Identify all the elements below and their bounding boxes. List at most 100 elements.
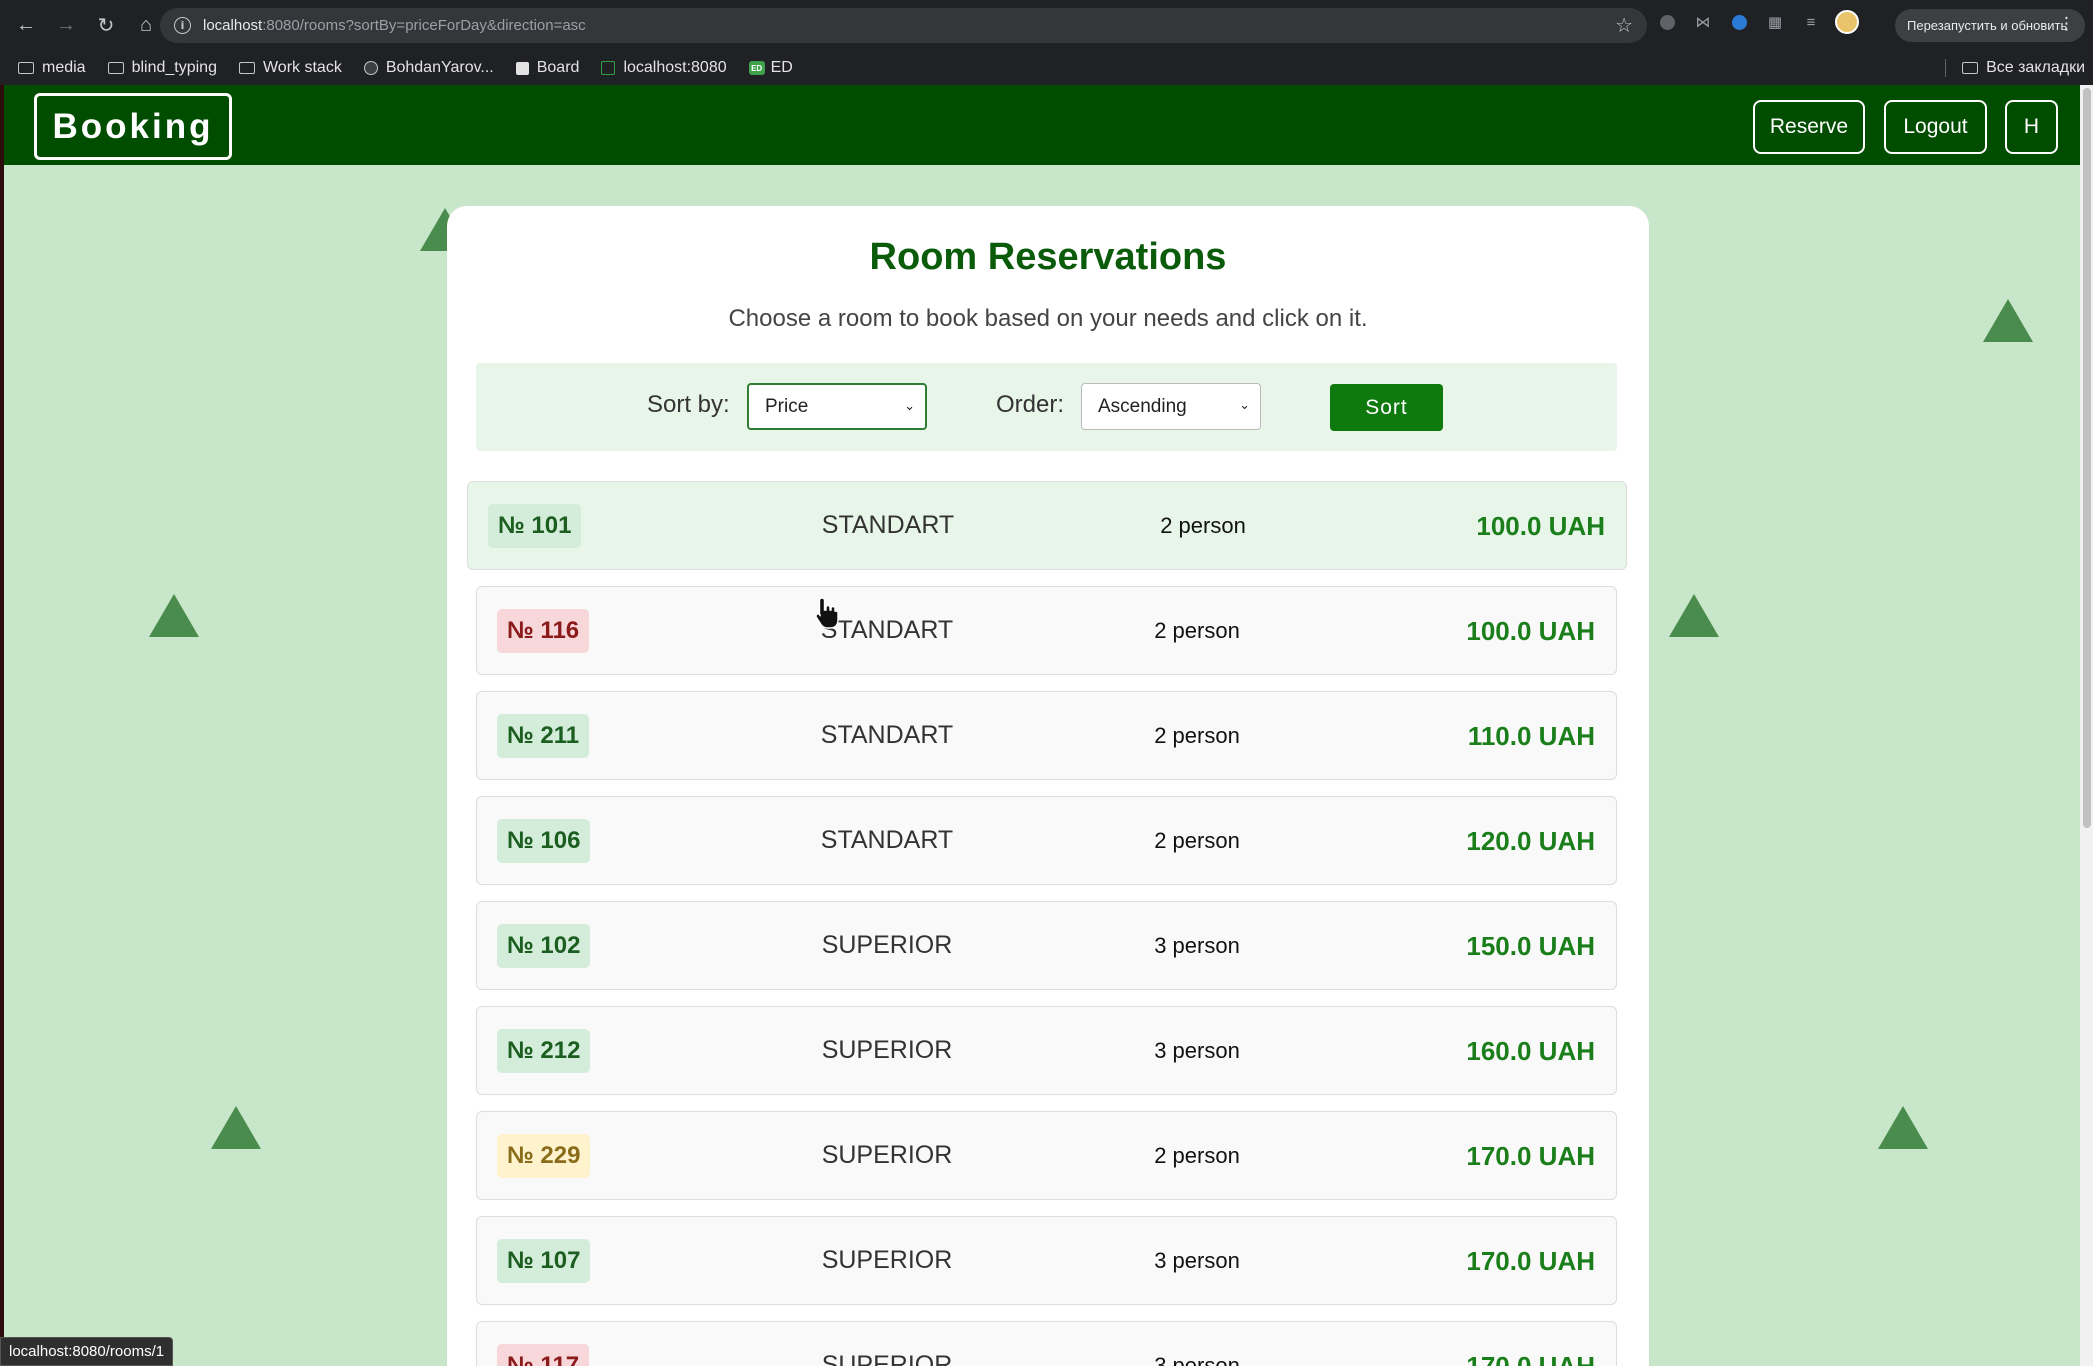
forward-icon[interactable]: → — [48, 8, 84, 44]
trello-icon — [515, 61, 529, 75]
room-price: 160.0 UAH — [1466, 1036, 1595, 1066]
room-capacity: 2 person — [1154, 618, 1240, 643]
bookmark-label: blind_typing — [131, 59, 217, 76]
profile-avatar-icon[interactable] — [1835, 10, 1859, 34]
room-number-badge: № 107 — [497, 1239, 591, 1283]
room-type: SUPERIOR — [821, 1141, 953, 1169]
decor-triangle — [1669, 594, 1719, 637]
bookmark-label: Board — [536, 59, 580, 76]
room-row[interactable]: № 117 SUPERIOR 3 person 170.0 UAH — [476, 1321, 1617, 1366]
room-row[interactable]: № 229 SUPERIOR 2 person 170.0 UAH — [476, 1111, 1617, 1200]
room-capacity: 3 person — [1154, 1248, 1240, 1273]
address-bar[interactable]: i localhost:8080/rooms?sortBy=priceForDa… — [160, 8, 1647, 43]
room-type: SUPERIOR — [821, 931, 953, 959]
room-row[interactable]: № 106 STANDART 2 person 120.0 UAH — [476, 796, 1617, 885]
sort-by-label: Sort by: — [647, 391, 730, 418]
bookmark-label: localhost:8080 — [623, 59, 727, 76]
sort-by-value: Price — [765, 395, 809, 417]
media-controls-icon[interactable]: ≡ — [1799, 10, 1823, 34]
room-row[interactable]: № 102 SUPERIOR 3 person 150.0 UAH — [476, 901, 1617, 990]
room-type: STANDART — [821, 511, 955, 539]
page: Booking Reserve Logout H Room Reservatio… — [4, 85, 2088, 1366]
sort-form: Sort by: Price ⌄ Order: Ascending ⌄ Sort — [476, 363, 1617, 451]
bookmark-localhost[interactable]: localhost:8080 — [601, 59, 727, 77]
folder-icon — [238, 62, 255, 74]
room-capacity: 2 person — [1160, 513, 1246, 538]
bookmark-media[interactable]: media — [18, 59, 86, 77]
room-number-badge: № 212 — [497, 1029, 591, 1073]
reserve-button[interactable]: Reserve — [1753, 100, 1865, 154]
user-profile-button[interactable]: H — [2005, 100, 2058, 154]
bookmark-label: Work stack — [262, 59, 342, 76]
order-select[interactable]: Ascending ⌄ — [1081, 383, 1261, 430]
room-number-badge: № 211 — [497, 714, 590, 758]
order-value: Ascending — [1098, 395, 1187, 417]
room-type: SUPERIOR — [821, 1246, 953, 1274]
home-icon[interactable]: ⌂ — [128, 8, 164, 44]
page-title: Room Reservations — [869, 236, 1227, 278]
folder-icon — [1962, 62, 1979, 74]
ed-favicon-icon: ED — [748, 61, 765, 75]
room-row[interactable]: № 101 STANDART 2 person 100.0 UAH — [467, 481, 1627, 570]
room-price: 110.0 UAH — [1467, 721, 1595, 751]
room-price: 170.0 UAH — [1466, 1351, 1595, 1366]
page-subtitle: Choose a room to book based on your need… — [728, 305, 1368, 332]
bookmarks-bar: media blind_typing Work stack BohdanYaro… — [0, 51, 2093, 85]
scrollbar-thumb[interactable] — [2083, 88, 2091, 828]
room-capacity: 3 person — [1154, 933, 1240, 958]
room-capacity: 2 person — [1154, 1143, 1240, 1168]
github-icon — [363, 61, 378, 75]
decor-triangle — [1983, 299, 2033, 342]
bookmark-label: ED — [770, 59, 793, 76]
room-number-badge: № 116 — [497, 609, 590, 653]
room-price: 100.0 UAH — [1466, 616, 1595, 646]
bookmark-ed[interactable]: ED ED — [748, 59, 793, 77]
decor-triangle — [149, 594, 199, 637]
logo[interactable]: Booking — [34, 93, 232, 160]
browser-toolbar: ← → ↻ ⌂ i localhost:8080/rooms?sortBy=pr… — [0, 0, 2093, 51]
folder-icon — [107, 62, 124, 74]
folder-icon — [18, 62, 34, 74]
room-price: 100.0 UAH — [1476, 511, 1605, 541]
bookmark-label: BohdanYarov... — [385, 59, 494, 76]
extension-robot-icon[interactable] — [1655, 10, 1679, 34]
bookmark-star-icon[interactable]: ☆ — [1615, 13, 1633, 38]
url-host: localhost — [203, 17, 263, 34]
extension-wave-icon[interactable]: ⋈ — [1691, 10, 1715, 34]
chevron-down-icon: ⌄ — [1239, 397, 1250, 412]
sort-button[interactable]: Sort — [1330, 384, 1443, 431]
order-label: Order: — [996, 391, 1065, 418]
room-number-badge: № 102 — [497, 924, 591, 968]
all-bookmarks[interactable]: Все закладки — [1945, 59, 2085, 77]
decor-triangle — [211, 1106, 261, 1149]
logout-button[interactable]: Logout — [1884, 100, 1987, 154]
bookmark-blind-typing[interactable]: blind_typing — [107, 59, 217, 77]
bookmark-label: media — [42, 59, 86, 76]
room-row[interactable]: № 107 SUPERIOR 3 person 170.0 UAH — [476, 1216, 1617, 1305]
room-row[interactable]: № 211 STANDART 2 person 110.0 UAH — [476, 691, 1617, 780]
room-number-badge: № 117 — [497, 1344, 590, 1366]
room-number-badge: № 106 — [497, 819, 591, 863]
sort-by-select[interactable]: Price ⌄ — [747, 383, 927, 430]
room-price: 150.0 UAH — [1466, 931, 1595, 961]
bookmark-github[interactable]: BohdanYarov... — [363, 59, 494, 77]
site-favicon-icon — [601, 61, 616, 75]
extensions-puzzle-icon[interactable]: ▦ — [1763, 10, 1787, 34]
back-icon[interactable]: ← — [8, 8, 44, 44]
room-type: STANDART — [820, 721, 954, 749]
room-row[interactable]: № 212 SUPERIOR 3 person 160.0 UAH — [476, 1006, 1617, 1095]
bookmark-board[interactable]: Board — [515, 59, 580, 77]
reload-icon[interactable]: ↻ — [88, 8, 124, 44]
bookmark-work-stack[interactable]: Work stack — [238, 59, 342, 77]
restart-update-button[interactable]: Перезапустить и обновить ⋮ — [1895, 9, 2085, 42]
extensions-area: ⋈ ▦ ≡ — [1655, 10, 1859, 34]
extension-globe-icon[interactable] — [1727, 10, 1751, 34]
room-price: 120.0 UAH — [1466, 826, 1595, 856]
room-row[interactable]: № 116 STANDART 2 person 100.0 UAH — [476, 586, 1617, 675]
menu-dots-icon[interactable]: ⋮ — [2058, 14, 2075, 34]
decor-triangle — [1878, 1106, 1928, 1149]
status-bar-url: localhost:8080/rooms/1 — [0, 1337, 174, 1366]
room-price: 170.0 UAH — [1466, 1246, 1595, 1276]
room-type: STANDART — [820, 616, 954, 644]
site-info-icon[interactable]: i — [174, 17, 191, 34]
